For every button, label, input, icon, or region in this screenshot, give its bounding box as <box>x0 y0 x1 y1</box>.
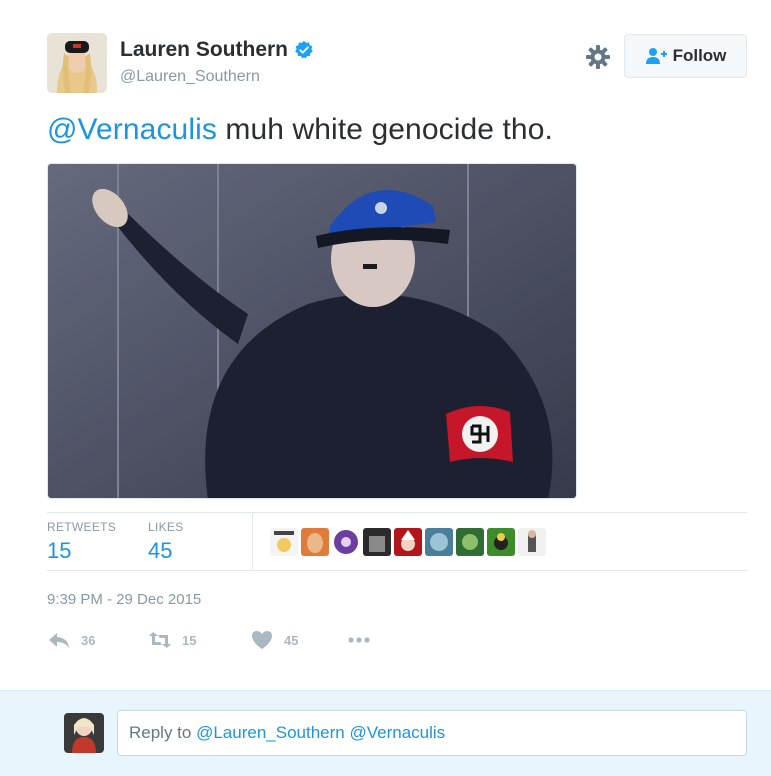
retweet-icon <box>149 632 171 648</box>
gear-icon[interactable] <box>585 44 611 70</box>
stats-vertical-divider <box>252 514 253 570</box>
user-handle[interactable]: @Lauren_Southern <box>120 68 260 86</box>
reply-mentions: @Lauren_Southern @Vernaculis <box>196 723 446 742</box>
reply-action[interactable]: 36 <box>47 630 95 650</box>
user-name-text[interactable]: Lauren Southern <box>120 38 288 62</box>
likes-value: 45 <box>148 538 173 563</box>
reply-count: 36 <box>81 632 96 648</box>
liker-avatar[interactable] <box>301 528 329 556</box>
likes-label: LIKES <box>148 520 184 534</box>
liker-avatar[interactable] <box>394 528 422 556</box>
likes-stat[interactable]: LIKES 45 <box>148 520 184 564</box>
retweets-stat[interactable]: RETWEETS 15 <box>47 520 116 564</box>
reply-bar: Reply to @Lauren_Southern @Vernaculis <box>0 690 771 776</box>
liker-avatar[interactable] <box>425 528 453 556</box>
liker-avatar[interactable] <box>487 528 515 556</box>
verified-badge-icon <box>295 40 313 59</box>
reply-icon <box>49 633 69 648</box>
more-icon <box>348 637 370 643</box>
liker-avatar[interactable] <box>332 528 360 556</box>
liker-avatar[interactable] <box>518 528 546 556</box>
tweet-text: @Vernaculis muh white genocide tho. <box>47 113 553 147</box>
liker-avatar[interactable] <box>270 528 298 556</box>
liker-avatars <box>270 528 546 556</box>
stats-top-divider <box>47 512 747 513</box>
reply-input[interactable]: Reply to @Lauren_Southern @Vernaculis <box>117 710 747 756</box>
current-user-avatar[interactable] <box>64 713 104 753</box>
follow-button[interactable]: Follow <box>624 34 747 78</box>
reply-prefix: Reply to <box>129 723 197 742</box>
heart-icon <box>252 631 272 649</box>
add-user-icon <box>645 48 667 64</box>
retweets-label: RETWEETS <box>47 520 117 534</box>
tweet-timestamp[interactable]: 9:39 PM - 29 Dec 2015 <box>47 591 201 608</box>
like-action[interactable]: 45 <box>250 630 298 650</box>
follow-label: Follow <box>672 46 727 65</box>
tweet-body: muh white genocide tho. <box>216 113 553 146</box>
retweets-value: 15 <box>47 538 72 563</box>
more-action[interactable] <box>347 630 371 650</box>
stats-bottom-divider <box>47 570 747 571</box>
user-name[interactable]: Lauren Southern <box>120 38 314 62</box>
tweet-card: Lauren Southern @Lauren_Southern Follow … <box>0 0 771 690</box>
tweet-mention-link[interactable]: @Vernaculis <box>47 113 217 146</box>
liker-avatar[interactable] <box>363 528 391 556</box>
retweet-count: 15 <box>182 632 197 648</box>
user-avatar[interactable] <box>47 33 107 93</box>
tweet-photo[interactable] <box>47 163 577 499</box>
retweet-action[interactable]: 15 <box>148 630 196 650</box>
liker-avatar[interactable] <box>456 528 484 556</box>
like-count: 45 <box>284 632 299 648</box>
